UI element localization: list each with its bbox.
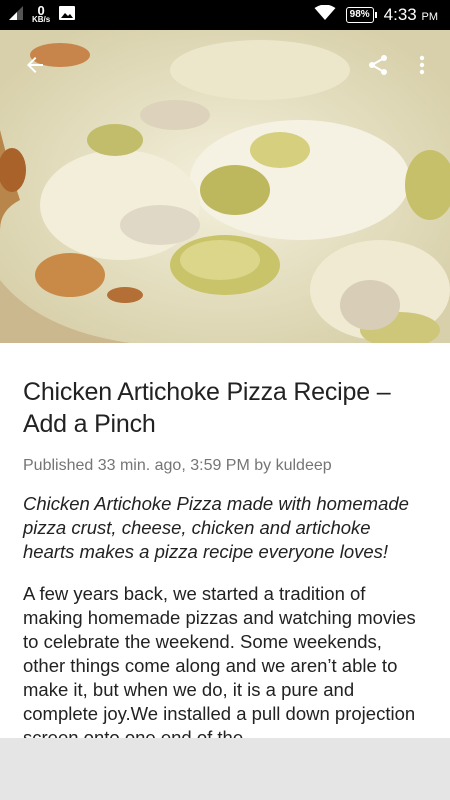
app-toolbar — [0, 30, 450, 100]
network-speed-value: 0 — [37, 3, 45, 18]
more-vert-icon[interactable] — [400, 43, 444, 87]
status-bar: 0 KB/s 98% 4:33 PM — [0, 0, 450, 30]
article-excerpt: Chicken Artichoke Pizza made with homema… — [23, 493, 409, 562]
signal-icon — [8, 5, 24, 26]
wifi-icon — [314, 4, 336, 26]
share-icon[interactable] — [356, 43, 400, 87]
clock-time: 4:33 — [383, 5, 417, 24]
clock-ampm: PM — [421, 11, 439, 23]
article-meta: Published 33 min. ago, 3:59 PM by kuldee… — [23, 457, 332, 474]
clock: 4:33 PM — [384, 5, 438, 25]
network-speed: 0 KB/s — [32, 3, 51, 24]
bottom-bar — [0, 738, 450, 800]
article-content: Chicken Artichoke Pizza Recipe – Add a P… — [0, 343, 450, 738]
back-arrow-icon[interactable] — [13, 43, 57, 87]
battery-icon: 98% — [345, 7, 377, 23]
image-notification-icon — [58, 5, 76, 26]
article-body: A few years back, we started a tradition… — [23, 583, 416, 738]
article-title: Chicken Artichoke Pizza Recipe – Add a P… — [23, 378, 391, 438]
network-speed-unit: KB/s — [32, 15, 51, 24]
